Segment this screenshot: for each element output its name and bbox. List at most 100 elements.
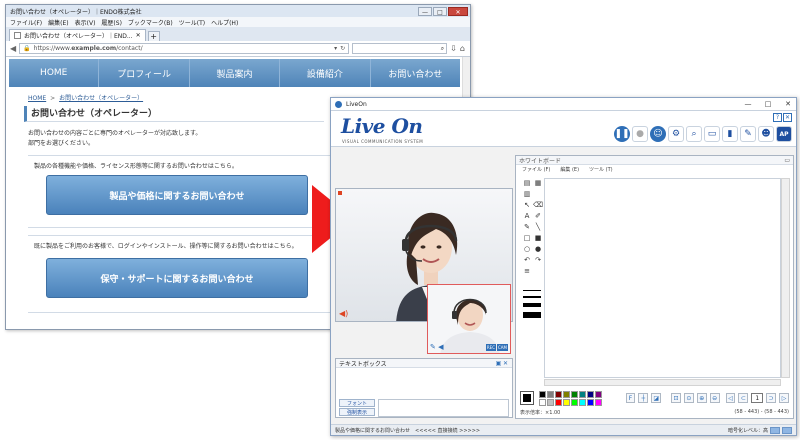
download-icon[interactable]: ⇩ [450,44,457,53]
close-icon[interactable]: ✕ [502,360,509,367]
color-swatch[interactable] [570,390,578,398]
url-bar[interactable]: 🔒 https://www.example.com/contact/ ▾ ↻ [19,43,350,54]
pen-icon[interactable]: ✎ [522,222,532,232]
next-page-icon[interactable]: ⊃ [766,393,777,403]
pointer-icon[interactable]: ↖ [522,200,532,210]
color-swatch[interactable] [538,398,546,406]
color-swatch[interactable] [562,398,570,406]
line-width-1[interactable] [523,290,541,291]
menu-history[interactable]: 履歴(S) [101,18,122,27]
marker-icon[interactable]: ✐ [533,211,543,221]
maximize-button[interactable]: □ [433,6,447,16]
open-icon[interactable]: ▤ [522,178,532,188]
nav-contact[interactable]: お問い合わせ [371,59,460,87]
fill-icon[interactable]: ◪ [651,393,662,403]
line-width-2[interactable] [523,296,541,298]
color-swatch[interactable] [594,390,602,398]
line-width-4[interactable] [523,312,541,318]
bookmark-icon[interactable]: ▭ [704,126,720,142]
font-button[interactable]: フォント [339,399,375,407]
back-arrow-icon[interactable]: ◀ [10,44,16,53]
page-number[interactable]: 1 [751,393,764,403]
filled-rect-icon[interactable]: ■ [533,233,543,243]
color-swatch[interactable] [578,390,586,398]
record-icon[interactable]: ● [632,126,648,142]
breadcrumb-home[interactable]: HOME [28,95,46,102]
eraser-icon[interactable]: ⌫ [533,200,543,210]
support-inquiry-button[interactable]: 保守・サポートに関するお問い合わせ [46,258,308,298]
zoom-in-icon[interactable]: ⊕ [696,393,707,403]
nav-facilities[interactable]: 設備紹介 [280,59,371,87]
cam-tag[interactable]: CAM [497,344,508,351]
line-icon[interactable]: ╲ [533,222,543,232]
wb-menu-tools[interactable]: ツール (T) [589,166,613,173]
pause-icon[interactable]: ❚❚ [614,126,630,142]
search-icon[interactable]: ⌕ [686,126,702,142]
tab-close-icon[interactable]: ✕ [136,32,141,39]
zoom-out-icon[interactable]: ⊖ [709,393,720,403]
close-button[interactable]: ✕ [448,6,468,16]
color-swatch[interactable] [578,398,586,406]
list-icon[interactable]: ≡ [522,266,532,276]
nav-products[interactable]: 製品案内 [190,59,281,87]
whiteboard-hscrollbar[interactable] [544,379,781,386]
self-video[interactable]: ✎ ◀ REC CAM [427,284,511,354]
whiteboard-canvas[interactable] [544,178,781,378]
smile-icon[interactable]: ☺ [650,126,666,142]
settings-icon[interactable]: ⚙ [668,126,684,142]
minimize-button[interactable]: — [740,100,756,108]
menu-view[interactable]: 表示(V) [75,18,96,27]
grid-icon[interactable]: ┼ [638,393,649,403]
selected-color-swatch[interactable] [520,391,534,405]
home-icon[interactable]: ⌂ [460,44,465,53]
save-icon[interactable]: ▥ [522,189,532,199]
window-icon[interactable]: ▭ [784,157,790,164]
rec-tag[interactable]: REC [485,344,497,351]
pin-icon[interactable]: ▣ [495,360,502,367]
menu-file[interactable]: ファイル(F) [10,18,42,27]
text-input[interactable] [378,399,509,417]
filled-ellipse-icon[interactable]: ● [533,244,543,254]
speaker-icon[interactable]: ◀) [339,309,348,318]
menu-edit[interactable]: 編集(E) [48,18,68,27]
menu-tools[interactable]: ツール(T) [179,18,205,27]
menu-help[interactable]: ヘルプ(H) [211,18,238,27]
fit-icon[interactable]: ⊡ [671,393,681,403]
browser-tab[interactable]: お問い合わせ（オペレーター）｜END... ✕ [9,29,146,41]
color-swatch[interactable] [538,390,546,398]
color-swatch[interactable] [546,390,554,398]
signal-icon[interactable]: ▮ [722,126,738,142]
color-swatch[interactable] [554,398,562,406]
chat-icon[interactable]: ✎ [740,126,756,142]
color-swatch[interactable] [546,398,554,406]
color-swatch[interactable] [586,398,594,406]
whiteboard-vscrollbar[interactable] [781,178,790,378]
menu-bookmarks[interactable]: ブックマーク(B) [128,18,173,27]
ap-icon[interactable]: AP [776,126,792,142]
line-width-3[interactable] [523,303,541,307]
wb-menu-edit[interactable]: 編集 (E) [560,166,579,173]
undo-icon[interactable]: ↶ [522,255,532,265]
minimize-button[interactable]: — [418,6,432,16]
image-icon[interactable]: ▦ [533,178,543,188]
ellipse-icon[interactable]: ○ [522,244,532,254]
wb-menu-file[interactable]: ファイル (F) [522,166,550,173]
color-swatch[interactable] [594,398,602,406]
maximize-button[interactable]: □ [760,100,776,108]
nav-profile[interactable]: プロフィール [99,59,190,87]
new-tab-button[interactable]: + [147,31,160,41]
product-inquiry-button[interactable]: 製品や価格に関するお問い合わせ [46,175,308,215]
zoom-reset-icon[interactable]: ⊙ [683,393,694,403]
color-swatch[interactable] [562,390,570,398]
color-swatch[interactable] [586,390,594,398]
font-icon[interactable]: F [625,393,636,403]
color-swatch[interactable] [570,398,578,406]
force-display-button[interactable]: 強制表示 [339,408,375,416]
color-swatch[interactable] [554,390,562,398]
rect-icon[interactable]: □ [522,233,532,243]
close-button[interactable]: ✕ [780,100,796,108]
prev-page-icon[interactable]: ⊂ [738,393,749,403]
search-box[interactable]: ⌕ [352,43,448,54]
first-page-icon[interactable]: ◁ [725,393,736,403]
nav-home[interactable]: HOME [9,59,100,87]
